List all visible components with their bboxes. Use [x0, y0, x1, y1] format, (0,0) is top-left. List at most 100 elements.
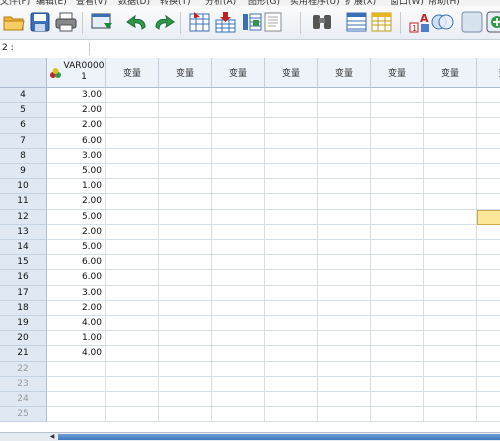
- row-header[interactable]: 24: [0, 392, 47, 408]
- data-cell-empty[interactable]: [265, 361, 318, 377]
- data-cell-empty[interactable]: [159, 164, 212, 180]
- data-cell-empty[interactable]: [371, 331, 424, 347]
- select-cases-icon[interactable]: 1A: [408, 10, 432, 34]
- data-cell-empty[interactable]: [371, 255, 424, 271]
- data-cell-empty[interactable]: [265, 148, 318, 164]
- data-cell-empty[interactable]: [371, 179, 424, 195]
- data-cell-var00001[interactable]: [47, 376, 106, 392]
- data-cell-empty[interactable]: [424, 316, 477, 332]
- data-cell-empty[interactable]: [106, 224, 159, 240]
- data-cell-empty[interactable]: [159, 209, 212, 225]
- data-cell-empty[interactable]: [371, 194, 424, 210]
- data-cell-empty[interactable]: [371, 224, 424, 240]
- data-cell-empty[interactable]: [212, 118, 265, 134]
- data-cell-empty[interactable]: [212, 103, 265, 119]
- column-header-empty-variable[interactable]: 变量: [424, 58, 477, 88]
- dialog-recall-icon[interactable]: [90, 10, 114, 34]
- data-cell-empty[interactable]: [371, 118, 424, 134]
- row-header[interactable]: 16: [0, 270, 47, 286]
- data-cell-var00001[interactable]: 6.00: [47, 270, 106, 286]
- data-cell-empty[interactable]: [106, 300, 159, 316]
- data-cell-empty[interactable]: [106, 209, 159, 225]
- data-cell-empty[interactable]: [106, 164, 159, 180]
- row-header[interactable]: 20: [0, 331, 47, 347]
- goto-variable-icon[interactable]: [214, 10, 238, 34]
- data-cell-empty[interactable]: [212, 285, 265, 301]
- row-header[interactable]: 12: [0, 209, 47, 225]
- data-cell-empty[interactable]: [318, 407, 371, 423]
- data-cell-var00001[interactable]: 3.00: [47, 88, 106, 104]
- row-header[interactable]: 14: [0, 240, 47, 256]
- data-cell-empty[interactable]: [106, 240, 159, 256]
- data-cell-empty[interactable]: [424, 270, 477, 286]
- data-cell-empty[interactable]: [265, 285, 318, 301]
- data-cell-empty[interactable]: [477, 118, 500, 134]
- data-cell-empty[interactable]: [159, 118, 212, 134]
- data-cell-var00001[interactable]: [47, 392, 106, 408]
- data-cell-empty[interactable]: [318, 209, 371, 225]
- data-cell-empty[interactable]: [371, 270, 424, 286]
- data-cell-var00001[interactable]: [47, 361, 106, 377]
- data-cell-empty[interactable]: [477, 134, 500, 149]
- data-cell-var00001[interactable]: 4.00: [47, 346, 106, 362]
- data-cell-empty[interactable]: [424, 118, 477, 134]
- data-cell-empty[interactable]: [212, 179, 265, 195]
- data-cell-empty[interactable]: [318, 331, 371, 347]
- data-cell-empty[interactable]: [265, 133, 318, 149]
- data-cell-empty[interactable]: [212, 361, 265, 377]
- use-sets-icon[interactable]: [460, 10, 484, 34]
- data-cell-var00001[interactable]: 6.00: [47, 255, 106, 271]
- data-cell-empty[interactable]: [424, 209, 477, 225]
- data-cell-empty[interactable]: [424, 148, 477, 164]
- data-cell-empty[interactable]: [159, 194, 212, 210]
- data-cell-empty[interactable]: [318, 346, 371, 362]
- data-cell-empty[interactable]: [477, 88, 500, 104]
- data-cell-empty[interactable]: [318, 118, 371, 134]
- data-cell-empty[interactable]: [477, 270, 500, 286]
- data-cell-empty[interactable]: [159, 361, 212, 377]
- data-cell-empty[interactable]: [318, 148, 371, 164]
- data-cell-empty[interactable]: [318, 270, 371, 286]
- data-cell-empty[interactable]: [106, 392, 159, 408]
- data-cell-empty[interactable]: [424, 376, 477, 392]
- data-cell-empty[interactable]: [106, 376, 159, 392]
- open-folder-icon[interactable]: [2, 10, 26, 34]
- data-cell-empty[interactable]: [265, 346, 318, 362]
- data-cell-empty[interactable]: [477, 316, 500, 332]
- data-cell-empty[interactable]: [477, 240, 500, 256]
- row-header[interactable]: 7: [0, 133, 47, 149]
- data-cell-empty[interactable]: [265, 392, 318, 408]
- variables-icon[interactable]: [240, 10, 264, 34]
- data-cell-empty[interactable]: [318, 88, 371, 104]
- data-cell-var00001[interactable]: 3.00: [47, 285, 106, 301]
- data-cell-empty[interactable]: [371, 133, 424, 149]
- data-cell-empty[interactable]: [159, 224, 212, 240]
- data-cell-empty[interactable]: [424, 300, 477, 316]
- column-header-empty-variable[interactable]: 变量: [212, 58, 265, 88]
- data-cell-empty[interactable]: [106, 255, 159, 271]
- data-cell-empty[interactable]: [265, 331, 318, 347]
- data-cell-empty[interactable]: [106, 118, 159, 134]
- data-cell-empty[interactable]: [265, 376, 318, 392]
- data-cell-empty[interactable]: [106, 316, 159, 332]
- data-cell-empty[interactable]: [159, 133, 212, 149]
- data-cell-empty[interactable]: [212, 270, 265, 286]
- data-cell-empty[interactable]: [477, 407, 500, 423]
- data-cell-empty[interactable]: [424, 103, 477, 119]
- data-cell-empty[interactable]: [318, 285, 371, 301]
- data-cell-var00001[interactable]: 1.00: [47, 331, 106, 347]
- data-cell-empty[interactable]: [371, 103, 424, 119]
- data-cell-empty[interactable]: [371, 88, 424, 104]
- data-cell-empty[interactable]: [265, 224, 318, 240]
- find-icon[interactable]: [310, 10, 334, 34]
- data-cell-empty[interactable]: [371, 164, 424, 180]
- data-cell-empty[interactable]: [212, 209, 265, 225]
- data-cell-empty[interactable]: [212, 194, 265, 210]
- data-cell-var00001[interactable]: 2.00: [47, 118, 106, 134]
- row-header[interactable]: 11: [0, 194, 47, 210]
- data-cell-empty[interactable]: [424, 240, 477, 256]
- data-cell-empty[interactable]: [477, 103, 500, 119]
- data-cell-empty[interactable]: [159, 270, 212, 286]
- data-cell-empty[interactable]: [212, 255, 265, 271]
- data-cell-empty[interactable]: [265, 270, 318, 286]
